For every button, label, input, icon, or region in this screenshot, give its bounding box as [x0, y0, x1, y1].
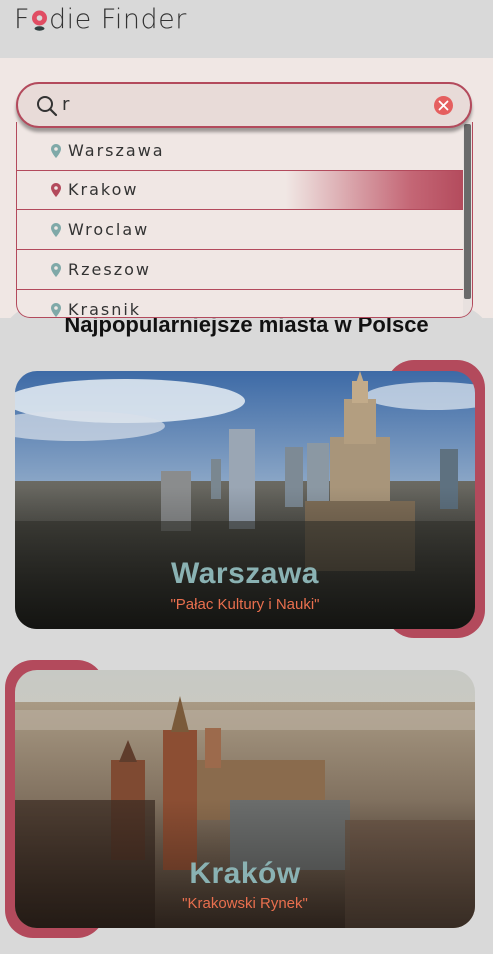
map-pin-icon: [51, 183, 61, 197]
map-pin-icon: [51, 223, 61, 237]
logo-pin-icon: [31, 10, 48, 31]
suggestion-item[interactable]: Wroclaw: [17, 211, 465, 250]
app-logo[interactable]: Fdie Finder: [14, 4, 187, 35]
logo-text-start: F: [14, 4, 31, 35]
clear-icon: [438, 100, 449, 111]
city-landmark: "Pałac Kultury i Nauki": [170, 596, 320, 613]
city-name: Kraków: [189, 857, 301, 890]
city-name: Warszawa: [171, 557, 319, 590]
map-pin-icon: [51, 263, 61, 277]
suggestion-label: Krakow: [68, 180, 139, 199]
search-field[interactable]: r: [16, 82, 472, 128]
suggestions-dropdown: Warszawa Krakow Wroclaw Rzeszow Krasnik: [16, 122, 473, 318]
dropdown-scrollbar[interactable]: [463, 122, 472, 317]
scrollbar-thumb[interactable]: [464, 124, 471, 299]
map-pin-icon: [51, 303, 61, 317]
city-landmark: "Krakowski Rynek": [182, 895, 308, 912]
city-card-krakow[interactable]: Kraków "Krakowski Rynek": [15, 670, 475, 928]
suggestion-item[interactable]: Rzeszow: [17, 251, 465, 290]
city-card-warszawa[interactable]: Warszawa "Pałac Kultury i Nauki": [15, 371, 475, 629]
suggestion-label: Wroclaw: [68, 220, 150, 239]
logo-text-end: die Finder: [49, 4, 187, 35]
suggestion-item-selected[interactable]: Krakow: [17, 171, 465, 210]
map-pin-icon: [51, 144, 61, 158]
suggestion-item[interactable]: Krasnik: [17, 291, 465, 318]
clear-search-button[interactable]: [434, 96, 453, 115]
suggestion-item[interactable]: Warszawa: [17, 132, 465, 171]
search-icon: [37, 96, 58, 117]
suggestion-label: Warszawa: [68, 141, 165, 160]
suggestion-label: Rzeszow: [68, 260, 151, 279]
search-input[interactable]: r: [62, 94, 69, 115]
header: Fdie Finder: [0, 0, 493, 58]
suggestion-label: Krasnik: [68, 300, 142, 318]
